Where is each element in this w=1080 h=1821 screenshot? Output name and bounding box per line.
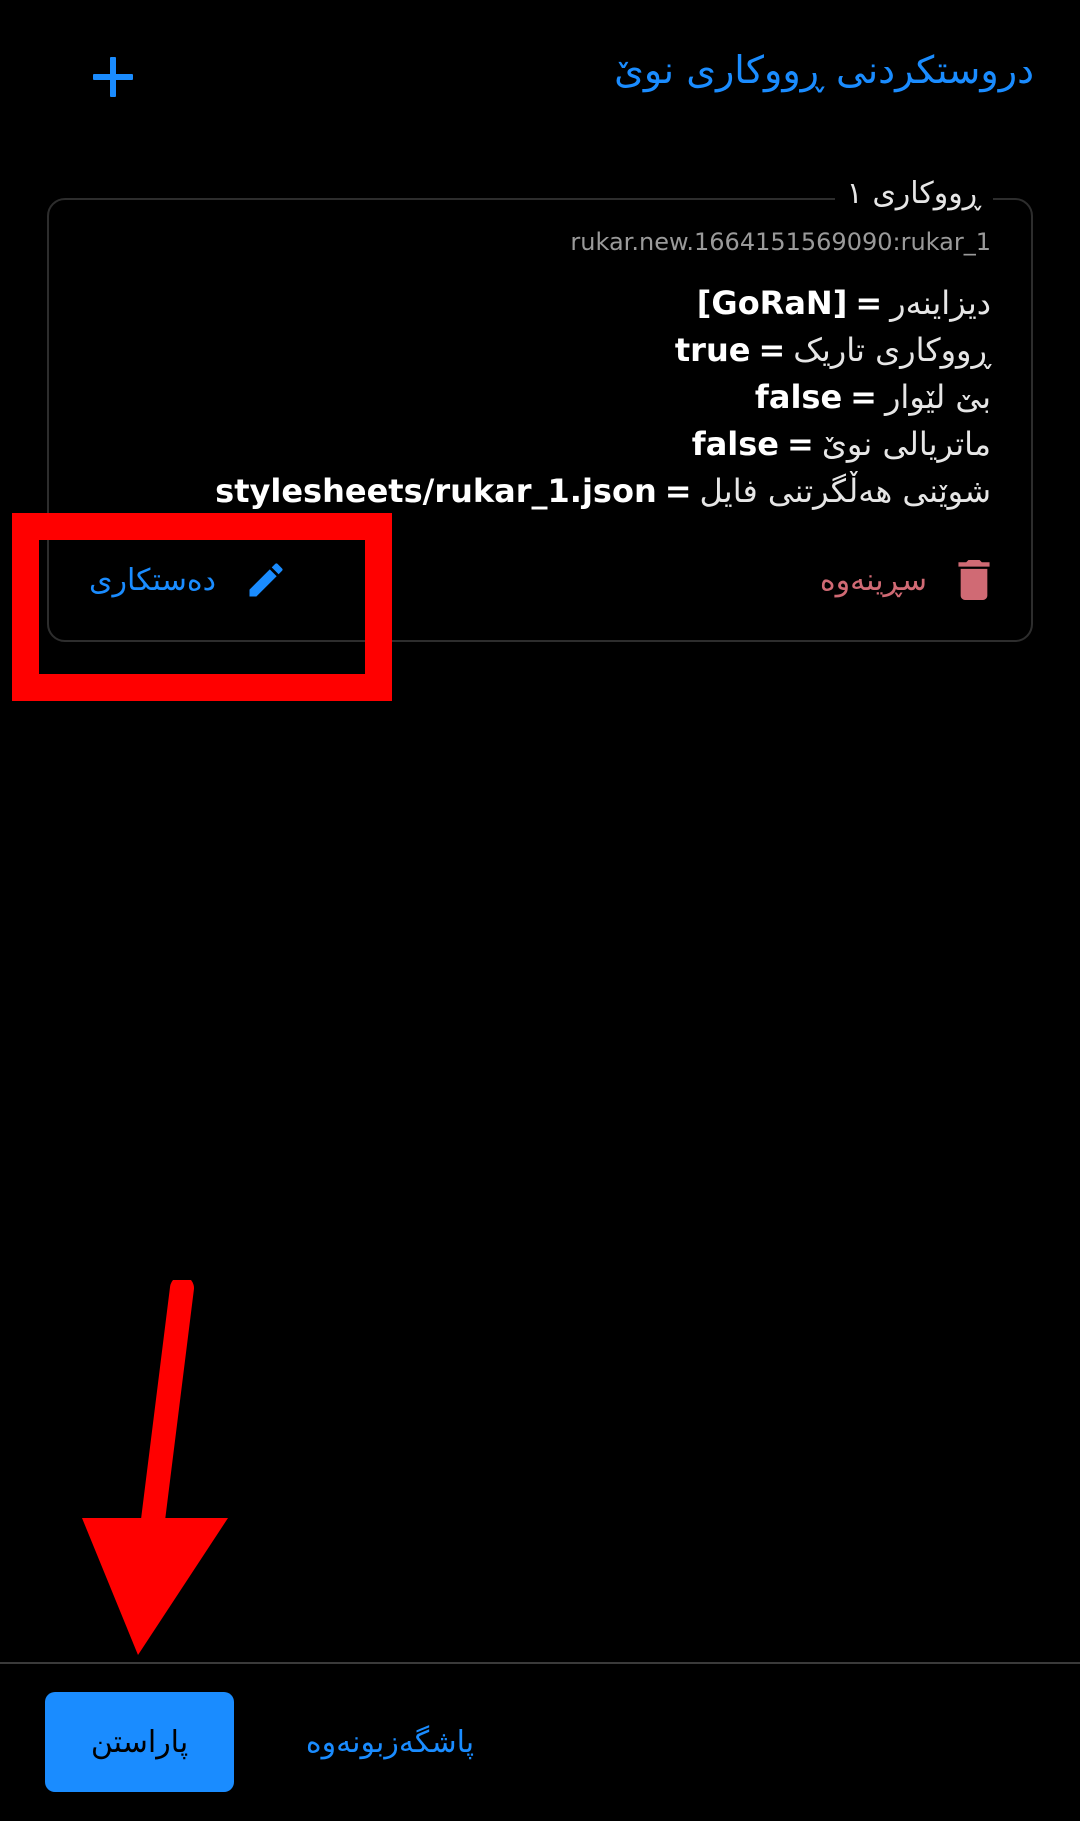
- property-row: ماتریالی نوێ=false: [215, 421, 991, 468]
- property-value: false: [691, 425, 779, 463]
- property-row: بێ لێوار=false: [215, 374, 991, 421]
- header: دروستکردنی ڕووکاری نوێ: [0, 0, 1080, 150]
- property-key: شوێنی هەڵگرتنی فایل: [699, 472, 991, 510]
- property-value: true: [674, 331, 751, 369]
- property-row: ڕووکاری تاریک=true: [215, 327, 991, 374]
- property-row: دیزاینەر=[GoRaN]: [215, 280, 991, 327]
- property-key: بێ لێوار: [884, 378, 991, 416]
- cancel-button[interactable]: پاشگەزبونەوە: [290, 1692, 490, 1792]
- pencil-icon: [249, 563, 283, 597]
- property-equals: =: [758, 331, 786, 369]
- property-value: [GoRaN]: [696, 284, 848, 322]
- red-arrow-annotation: [82, 1280, 228, 1655]
- property-equals: =: [855, 284, 883, 322]
- theme-properties: دیزاینەر=[GoRaN] ڕووکاری تاریک=true بێ ل…: [215, 280, 991, 515]
- save-button[interactable]: پاراستن: [45, 1692, 234, 1792]
- property-row: شوێنی هەڵگرتنی فایل=stylesheets/rukar_1.…: [215, 468, 991, 515]
- property-equals: =: [850, 378, 877, 416]
- edit-button[interactable]: دەستکاری: [89, 552, 288, 608]
- delete-button[interactable]: سڕینەوە: [820, 552, 991, 608]
- delete-label: سڕینەوە: [819, 562, 927, 598]
- add-theme-button[interactable]: [84, 48, 142, 106]
- property-key: ماتریالی نوێ: [821, 425, 991, 463]
- trash-icon: [958, 560, 990, 600]
- edit-label: دەستکاری: [89, 562, 216, 598]
- property-value: stylesheets/rukar_1.json: [215, 472, 657, 510]
- property-key: دیزاینەر: [890, 284, 991, 322]
- theme-id: rukar.new.1664151569090:rukar_1: [570, 228, 991, 256]
- property-value: false: [754, 378, 843, 416]
- property-equals: =: [664, 472, 692, 510]
- theme-card: ڕووکاری ١ rukar.new.1664151569090:rukar_…: [47, 176, 1033, 642]
- footer-divider: [0, 1662, 1080, 1664]
- card-actions: دەستکاری سڕینەوە: [49, 540, 1031, 620]
- theme-card-title: ڕووکاری ١: [834, 176, 993, 211]
- page-title: دروستکردنی ڕووکاری نوێ: [614, 48, 1034, 92]
- property-equals: =: [787, 425, 814, 463]
- property-key: ڕووکاری تاریک: [793, 331, 991, 369]
